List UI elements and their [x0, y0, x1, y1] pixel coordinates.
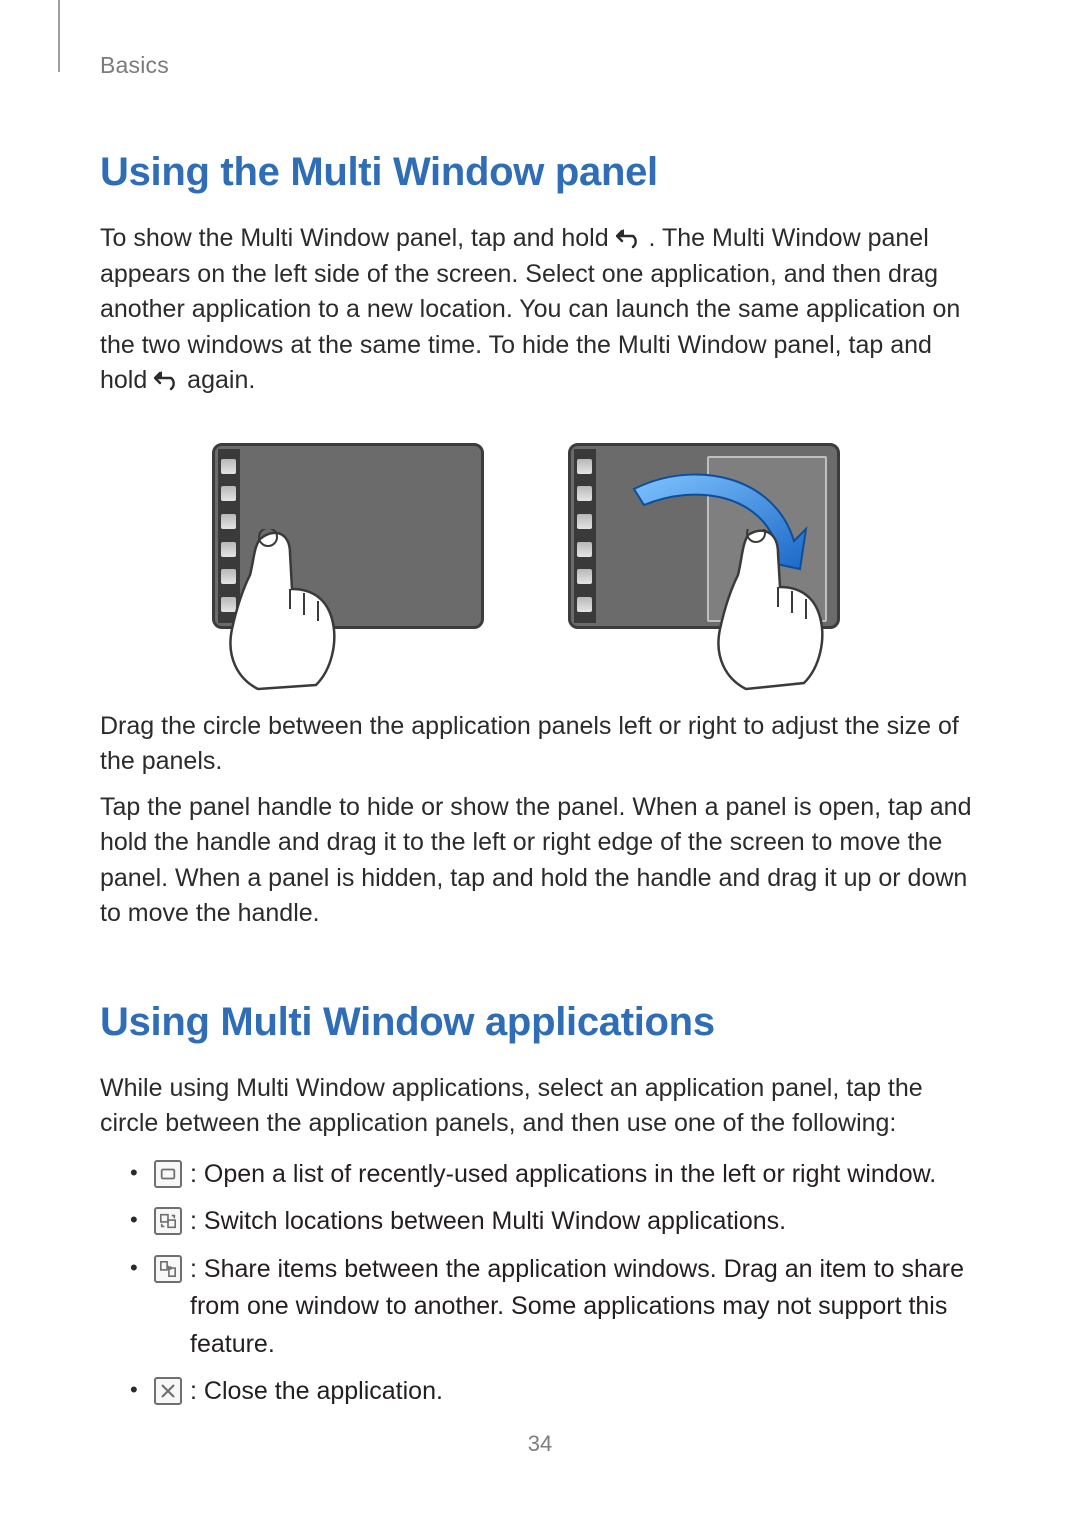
paragraph-intro: To show the Multi Window panel, tap and … [100, 221, 980, 399]
list-item: : Share items between the application wi… [130, 1251, 980, 1364]
header-rule [58, 0, 60, 72]
list-item: : Switch locations between Multi Window … [130, 1203, 980, 1241]
icon-bullet-list: : Open a list of recently-used applicati… [130, 1156, 980, 1411]
paragraph-apps-intro: While using Multi Window applications, s… [100, 1071, 980, 1142]
back-icon [154, 366, 180, 388]
app-tile [577, 597, 592, 612]
tablet-device [212, 443, 484, 629]
list-item-text: : Share items between the application wi… [190, 1255, 964, 1358]
list-item-text: : Switch locations between Multi Window … [190, 1207, 786, 1235]
page-content: Using the Multi Window panel To show the… [100, 150, 980, 1411]
back-icon [616, 224, 642, 246]
breadcrumb: Basics [100, 52, 169, 79]
app-tile [577, 486, 592, 501]
close-icon [154, 1377, 182, 1405]
list-item-text: : Open a list of recently-used applicati… [190, 1160, 936, 1188]
app-tile [221, 597, 236, 612]
multi-window-sidebar [218, 449, 240, 623]
app-tile [577, 569, 592, 584]
list-item: : Open a list of recently-used applicati… [130, 1156, 980, 1194]
text-fragment: again. [187, 366, 255, 394]
list-item-text: : Close the application. [190, 1377, 443, 1405]
app-tile [577, 542, 592, 557]
heading-multi-window-panel: Using the Multi Window panel [100, 150, 980, 195]
share-items-icon [154, 1255, 182, 1283]
app-tile [577, 514, 592, 529]
paragraph-drag-circle: Drag the circle between the application … [100, 709, 980, 780]
recent-apps-icon [154, 1160, 182, 1188]
paragraph-panel-handle: Tap the panel handle to hide or show the… [100, 790, 980, 932]
app-tile [221, 486, 236, 501]
app-tile [221, 459, 236, 474]
page-number: 34 [0, 1431, 1080, 1457]
app-tile [221, 569, 236, 584]
heading-multi-window-apps: Using Multi Window applications [100, 1000, 980, 1045]
drag-arrow-icon [624, 465, 814, 585]
app-tile [221, 514, 236, 529]
switch-locations-icon [154, 1207, 182, 1235]
illustration-tap-panel [212, 443, 512, 673]
app-tile [221, 542, 236, 557]
multi-window-sidebar [574, 449, 596, 623]
text-fragment: To show the Multi Window panel, tap and … [100, 224, 616, 252]
list-item: : Close the application. [130, 1373, 980, 1411]
illustration-drag-app [568, 443, 868, 673]
document-page: Basics Using the Multi Window panel To s… [0, 0, 1080, 1527]
app-tile [577, 459, 592, 474]
illustration-row [100, 443, 980, 673]
